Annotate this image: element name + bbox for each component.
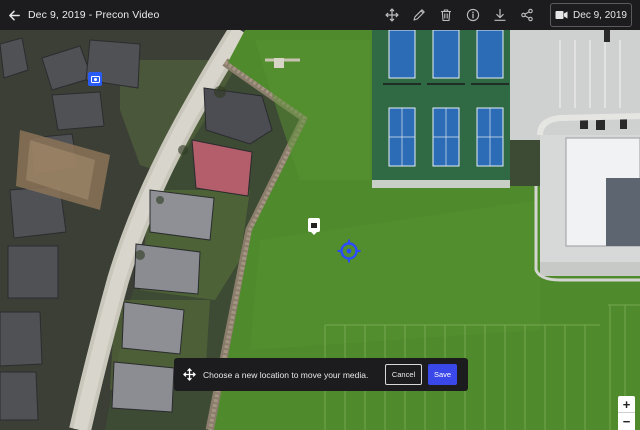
info-icon bbox=[466, 8, 479, 22]
trash-icon bbox=[440, 9, 451, 22]
info-button[interactable] bbox=[459, 0, 486, 30]
zoom-in-button[interactable]: + bbox=[618, 396, 635, 413]
pencil-icon bbox=[412, 9, 425, 21]
date-selector[interactable]: Dec 9, 2019 bbox=[550, 3, 632, 27]
zoom-controls: + − bbox=[618, 396, 635, 430]
delete-button[interactable] bbox=[432, 0, 459, 30]
cancel-button[interactable]: Cancel bbox=[385, 364, 422, 385]
share-button[interactable] bbox=[513, 0, 540, 30]
crosshair-target-icon[interactable] bbox=[337, 239, 361, 263]
save-button[interactable]: Save bbox=[428, 364, 457, 385]
zoom-out-button[interactable]: − bbox=[618, 413, 635, 430]
move-instructions: Choose a new location to move your media… bbox=[203, 369, 369, 380]
camera-marker-icon[interactable] bbox=[88, 72, 102, 86]
download-button[interactable] bbox=[486, 0, 513, 30]
page-title: Dec 9, 2019 - Precon Video bbox=[28, 9, 160, 21]
camera-glyph-icon bbox=[90, 76, 100, 83]
date-chip-label: Dec 9, 2019 bbox=[573, 9, 627, 21]
top-bar: Dec 9, 2019 - Precon Video Dec 9, 2019 bbox=[0, 0, 640, 30]
download-icon bbox=[493, 8, 506, 21]
move-button[interactable] bbox=[378, 0, 405, 30]
share-icon bbox=[520, 8, 533, 22]
move-icon bbox=[384, 8, 399, 22]
toolbar bbox=[378, 0, 540, 30]
back-button[interactable] bbox=[0, 0, 28, 30]
media-location-pin-icon[interactable] bbox=[308, 218, 320, 235]
back-arrow-icon bbox=[8, 10, 20, 20]
edit-button[interactable] bbox=[405, 0, 432, 30]
move-arrows-icon bbox=[176, 368, 202, 381]
video-camera-icon bbox=[555, 11, 568, 19]
move-location-bar: Choose a new location to move your media… bbox=[174, 358, 468, 391]
